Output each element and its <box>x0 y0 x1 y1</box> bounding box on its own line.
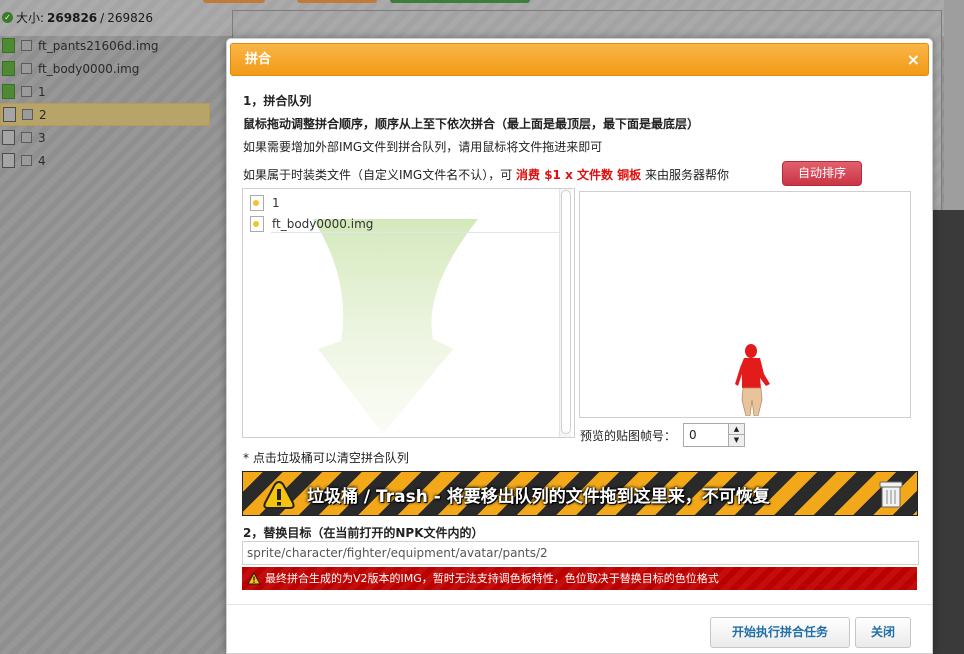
merge-queue[interactable]: 1 ft_body0000.img <box>242 188 575 438</box>
size-total: 269826 <box>107 10 154 25</box>
file-name: 2 <box>39 107 47 122</box>
check-icon: ✓ <box>2 12 13 23</box>
file-icon <box>2 130 15 145</box>
instruction-bold: 鼠标拖动调整拼合顺序，顺序从上至下依次拼合（最上面是最顶层，最下面是最底层） <box>243 117 700 131</box>
file-checkbox[interactable] <box>21 155 32 166</box>
file-checkbox[interactable] <box>22 109 33 120</box>
file-name: ft_pants21606d.img <box>38 38 159 53</box>
trash-drop-zone[interactable]: 垃圾桶 / Trash - 将要移出队列的文件拖到这里来，不可恢复 <box>242 471 918 516</box>
close-button[interactable]: 关闭 <box>855 617 911 648</box>
file-checkbox[interactable] <box>21 86 32 97</box>
file-checkbox[interactable] <box>21 63 32 74</box>
trash-can-icon[interactable] <box>879 479 903 509</box>
queue-divider <box>271 232 571 233</box>
fashion-cost: 消费 $1 x 文件数 铜板 <box>516 168 642 182</box>
file-name: 1 <box>38 84 46 99</box>
queue-item-label: ft_body0000.img <box>272 217 374 231</box>
background-dark-panel <box>930 210 964 654</box>
green-file-icon <box>2 61 15 76</box>
warning-banner: 最终拼合生成的为V2版本的IMG，暂时无法支持调色板特性，色位取决于替换目标的色… <box>242 567 917 590</box>
instruction-add: 如果需要增加外部IMG文件到拼合队列，请用鼠标将文件拖进来即可 <box>243 140 603 154</box>
section2-title: 2，替换目标（在当前打开的NPK文件内的） <box>243 526 484 540</box>
file-list-item[interactable]: 4 <box>0 149 210 172</box>
file-checkbox[interactable] <box>21 132 32 143</box>
queue-item-label: 1 <box>272 196 280 210</box>
file-icon <box>2 153 15 168</box>
file-list-item[interactable]: 3 <box>0 126 210 149</box>
fashion-note: 如果属于时装类文件（自定义IMG文件名不认），可 消费 $1 x 文件数 铜板 … <box>243 166 729 183</box>
file-list-item[interactable]: ft_pants21606d.img <box>0 34 210 57</box>
warning-icon <box>263 480 295 509</box>
green-file-icon <box>2 84 15 99</box>
green-file-icon <box>2 38 15 53</box>
queue-item[interactable]: 1 <box>250 194 280 212</box>
file-name: 4 <box>38 153 46 168</box>
start-merge-button[interactable]: 开始执行拼合任务 <box>710 617 850 648</box>
stepper-down-icon[interactable]: ▼ <box>729 435 744 446</box>
size-separator: / <box>100 10 105 25</box>
merge-dialog: 拼合 × 1，拼合队列 鼠标拖动调整拼合顺序，顺序从上至下依次拼合（最上面是最顶… <box>226 38 933 654</box>
file-name: 3 <box>38 130 46 145</box>
dialog-header: 拼合 × <box>230 43 929 76</box>
close-icon[interactable]: × <box>907 44 920 75</box>
background-edge-panel <box>944 0 964 210</box>
file-list: ft_pants21606d.img ft_body0000.img 1 2 3… <box>0 34 210 172</box>
file-list-item-selected[interactable]: 2 <box>0 103 210 126</box>
trash-hint: * 点击垃圾桶可以清空拼合队列 <box>243 451 409 465</box>
character-sprite-image <box>735 344 770 416</box>
dialog-title: 拼合 <box>245 52 272 67</box>
stepper-up-icon[interactable]: ▲ <box>729 424 744 435</box>
replace-target-input[interactable]: sprite/character/fighter/equipment/avata… <box>242 541 919 565</box>
img-file-icon <box>250 195 264 211</box>
section1-title: 1，拼合队列 <box>243 94 312 108</box>
size-indicator: ✓ 大小: 269826 / 269826 <box>2 9 153 26</box>
file-checkbox[interactable] <box>21 40 32 51</box>
queue-scrollbar[interactable] <box>559 189 571 437</box>
frame-number-value[interactable]: 0 <box>689 428 697 442</box>
file-list-item[interactable]: 1 <box>0 80 210 103</box>
stepper-buttons: ▲ ▼ <box>728 424 744 446</box>
size-current: 269826 <box>47 10 98 25</box>
frame-number-stepper[interactable]: 0 ▲ ▼ <box>683 423 745 447</box>
queue-item[interactable]: ft_body0000.img <box>250 215 373 233</box>
footer-divider <box>227 604 932 605</box>
sprite-preview <box>579 191 911 418</box>
file-icon <box>3 107 16 122</box>
small-warning-icon <box>247 572 261 585</box>
fashion-prefix: 如果属于时装类文件（自定义IMG文件名不认），可 <box>243 168 513 182</box>
file-name: ft_body0000.img <box>38 61 140 76</box>
frame-number-label: 预览的贴图帧号： <box>580 429 677 443</box>
auto-sort-button[interactable]: 自动排序 <box>782 161 862 186</box>
drop-arrow-icon <box>313 219 478 434</box>
warning-text: 最终拼合生成的为V2版本的IMG，暂时无法支持调色板特性，色位取决于替换目标的色… <box>265 572 719 585</box>
trash-label: 垃圾桶 / Trash - 将要移出队列的文件拖到这里来，不可恢复 <box>307 487 770 507</box>
fashion-suffix: 来由服务器帮你 <box>645 168 730 182</box>
size-label: 大小: <box>16 11 45 25</box>
file-list-item[interactable]: ft_body0000.img <box>0 57 210 80</box>
img-file-icon <box>250 216 264 232</box>
scrollbar-thumb[interactable] <box>561 190 571 434</box>
